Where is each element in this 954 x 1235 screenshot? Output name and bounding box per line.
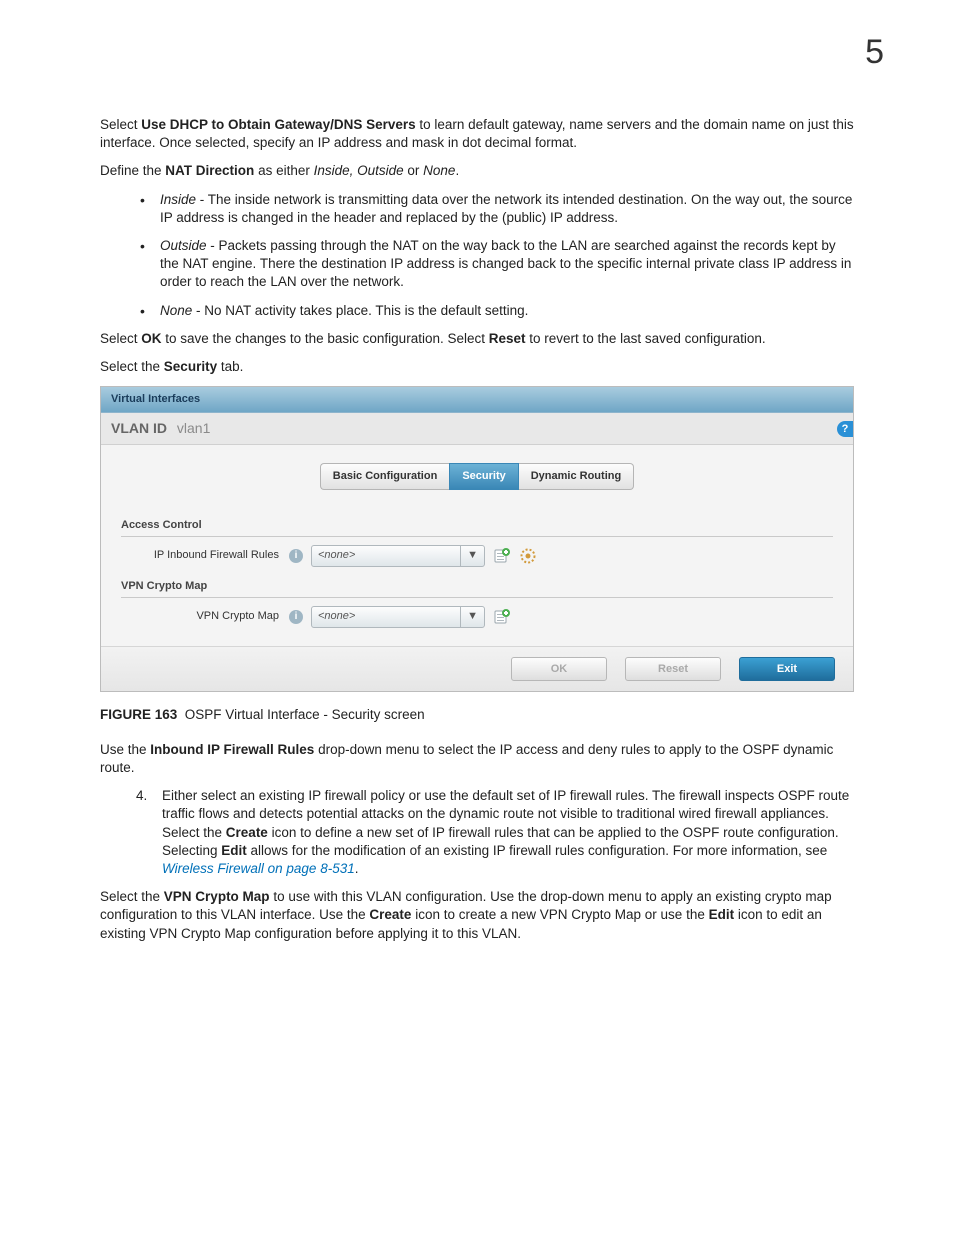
figure-caption: FIGURE 163 OSPF Virtual Interface - Secu… <box>100 706 854 724</box>
vlan-id-label: VLAN ID <box>111 420 167 436</box>
info-icon[interactable]: i <box>289 610 303 624</box>
chevron-down-icon: ▼ <box>460 546 478 566</box>
label-vpn-crypto: VPN Crypto Map <box>149 609 281 624</box>
label-ip-inbound: IP Inbound Firewall Rules <box>149 548 281 563</box>
bullet-outside: Outside - Packets passing through the NA… <box>160 237 854 292</box>
dropdown-vpn-crypto[interactable]: <none> ▼ <box>311 606 485 628</box>
paragraph-dhcp: Select Use DHCP to Obtain Gateway/DNS Se… <box>100 116 854 152</box>
tab-dynamic-routing[interactable]: Dynamic Routing <box>519 463 634 490</box>
info-icon[interactable]: i <box>289 549 303 563</box>
field-vpn-crypto: VPN Crypto Map i <none> ▼ <box>149 606 833 628</box>
help-icon[interactable]: ? <box>837 421 853 437</box>
section-vpn-crypto: VPN Crypto Map <box>121 579 833 598</box>
paragraph-ok-reset: Select OK to save the changes to the bas… <box>100 330 854 348</box>
panel-title: Virtual Interfaces <box>101 387 853 413</box>
paragraph-select-security: Select the Security tab. <box>100 358 854 376</box>
paragraph-inbound-rules: Use the Inbound IP Firewall Rules drop-d… <box>100 741 854 777</box>
tab-security[interactable]: Security <box>449 463 518 490</box>
page-number: 5 <box>60 30 884 76</box>
security-panel: Virtual Interfaces VLAN ID vlan1 ? Basic… <box>100 386 854 692</box>
create-icon[interactable] <box>493 608 511 626</box>
paragraph-nat: Define the NAT Direction as either Insid… <box>100 162 854 180</box>
section-access-control: Access Control <box>121 518 833 537</box>
paragraph-vpn-crypto: Select the VPN Crypto Map to use with th… <box>100 888 854 943</box>
chevron-down-icon: ▼ <box>460 607 478 627</box>
link-wireless-firewall[interactable]: Wireless Firewall on page 8-531 <box>162 861 355 876</box>
create-icon[interactable] <box>493 547 511 565</box>
bullet-none: None - No NAT activity takes place. This… <box>160 302 854 320</box>
exit-button[interactable]: Exit <box>739 657 835 682</box>
tab-group: Basic Configuration Security Dynamic Rou… <box>320 463 634 490</box>
dropdown-ip-inbound[interactable]: <none> ▼ <box>311 545 485 567</box>
edit-icon[interactable] <box>519 547 537 565</box>
step-4: 4. Either select an existing IP firewall… <box>136 787 854 878</box>
ok-button[interactable]: OK <box>511 657 607 682</box>
tab-basic-configuration[interactable]: Basic Configuration <box>320 463 450 490</box>
nat-bullets: Inside - The inside network is transmitt… <box>100 191 854 320</box>
field-ip-inbound: IP Inbound Firewall Rules i <none> ▼ <box>149 545 833 567</box>
vlan-id-value: vlan1 <box>177 420 210 436</box>
bullet-inside: Inside - The inside network is transmitt… <box>160 191 854 227</box>
reset-button[interactable]: Reset <box>625 657 721 682</box>
panel-subtitle-bar: VLAN ID vlan1 ? <box>101 413 853 445</box>
panel-footer: OK Reset Exit <box>101 646 853 692</box>
